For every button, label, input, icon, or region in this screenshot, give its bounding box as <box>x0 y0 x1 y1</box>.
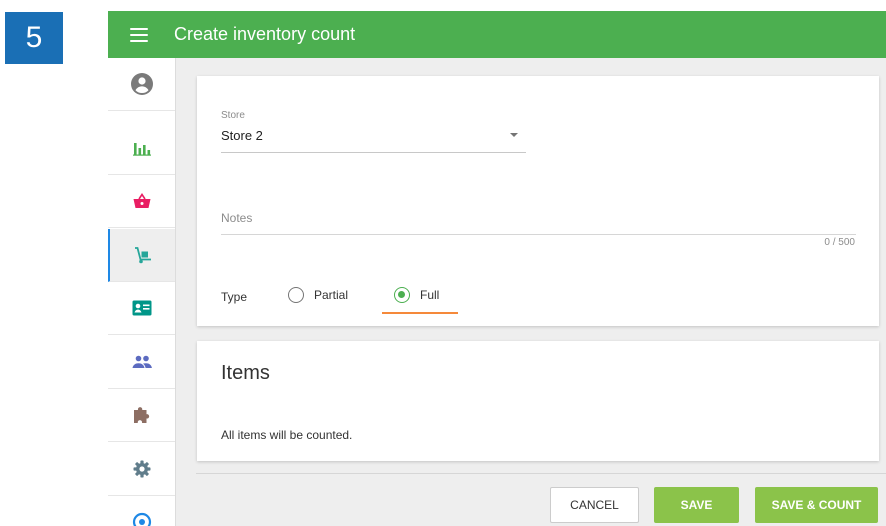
cancel-button[interactable]: CANCEL <box>550 487 639 523</box>
sidebar-item-account[interactable] <box>108 58 175 111</box>
step-number-badge: 5 <box>5 12 63 64</box>
radio-label-partial: Partial <box>314 288 349 302</box>
radio-label-full: Full <box>420 288 440 302</box>
footer-divider <box>196 473 886 474</box>
notes-character-counter: 0 / 500 <box>824 237 855 248</box>
sidebar-item-items[interactable] <box>108 175 175 228</box>
type-radio-partial[interactable]: Partial <box>288 287 348 303</box>
sidebar-item-customers[interactable] <box>108 336 175 389</box>
help-icon <box>132 512 151 526</box>
sidebar-item-reports[interactable] <box>108 122 175 175</box>
store-selected-value: Store 2 <box>221 128 263 143</box>
dropdown-arrow-icon <box>510 133 518 137</box>
sidebar-item-help[interactable] <box>108 496 175 526</box>
bar-chart-icon <box>132 143 151 156</box>
account-circle-icon <box>130 73 153 95</box>
gear-icon <box>133 460 150 478</box>
sidebar-item-inventory[interactable] <box>108 229 175 282</box>
card-content-layer: Store Store 2 Notes 0 / 500 Type Partial… <box>197 11 879 526</box>
save-button[interactable]: SAVE <box>654 487 739 523</box>
type-label: Type <box>221 290 248 304</box>
store-field-label: Store <box>221 110 245 121</box>
hand-truck-icon <box>134 247 151 264</box>
sidebar-item-employees[interactable] <box>108 282 175 335</box>
id-card-icon <box>132 300 151 316</box>
radio-unchecked-icon <box>288 287 304 303</box>
items-heading: Items <box>221 362 270 384</box>
store-select[interactable]: Store 2 <box>221 123 526 153</box>
save-and-count-button[interactable]: SAVE & COUNT <box>755 487 878 523</box>
items-description: All items will be counted. <box>221 428 353 442</box>
highlight-underline <box>382 312 458 314</box>
radio-checked-icon <box>394 287 410 303</box>
puzzle-icon <box>133 407 149 423</box>
hamburger-menu-icon[interactable] <box>130 27 148 42</box>
app-window: Create inventory count Store Store 2 Not… <box>108 11 886 526</box>
notes-input[interactable]: Notes <box>221 207 856 235</box>
sidebar-item-integrations[interactable] <box>108 389 175 442</box>
sidebar-item-settings[interactable] <box>108 443 175 496</box>
sidebar-nav <box>108 58 176 526</box>
type-radio-full[interactable]: Full <box>394 287 439 303</box>
people-icon <box>132 355 152 368</box>
basket-icon <box>133 193 150 208</box>
notes-placeholder: Notes <box>221 211 253 225</box>
